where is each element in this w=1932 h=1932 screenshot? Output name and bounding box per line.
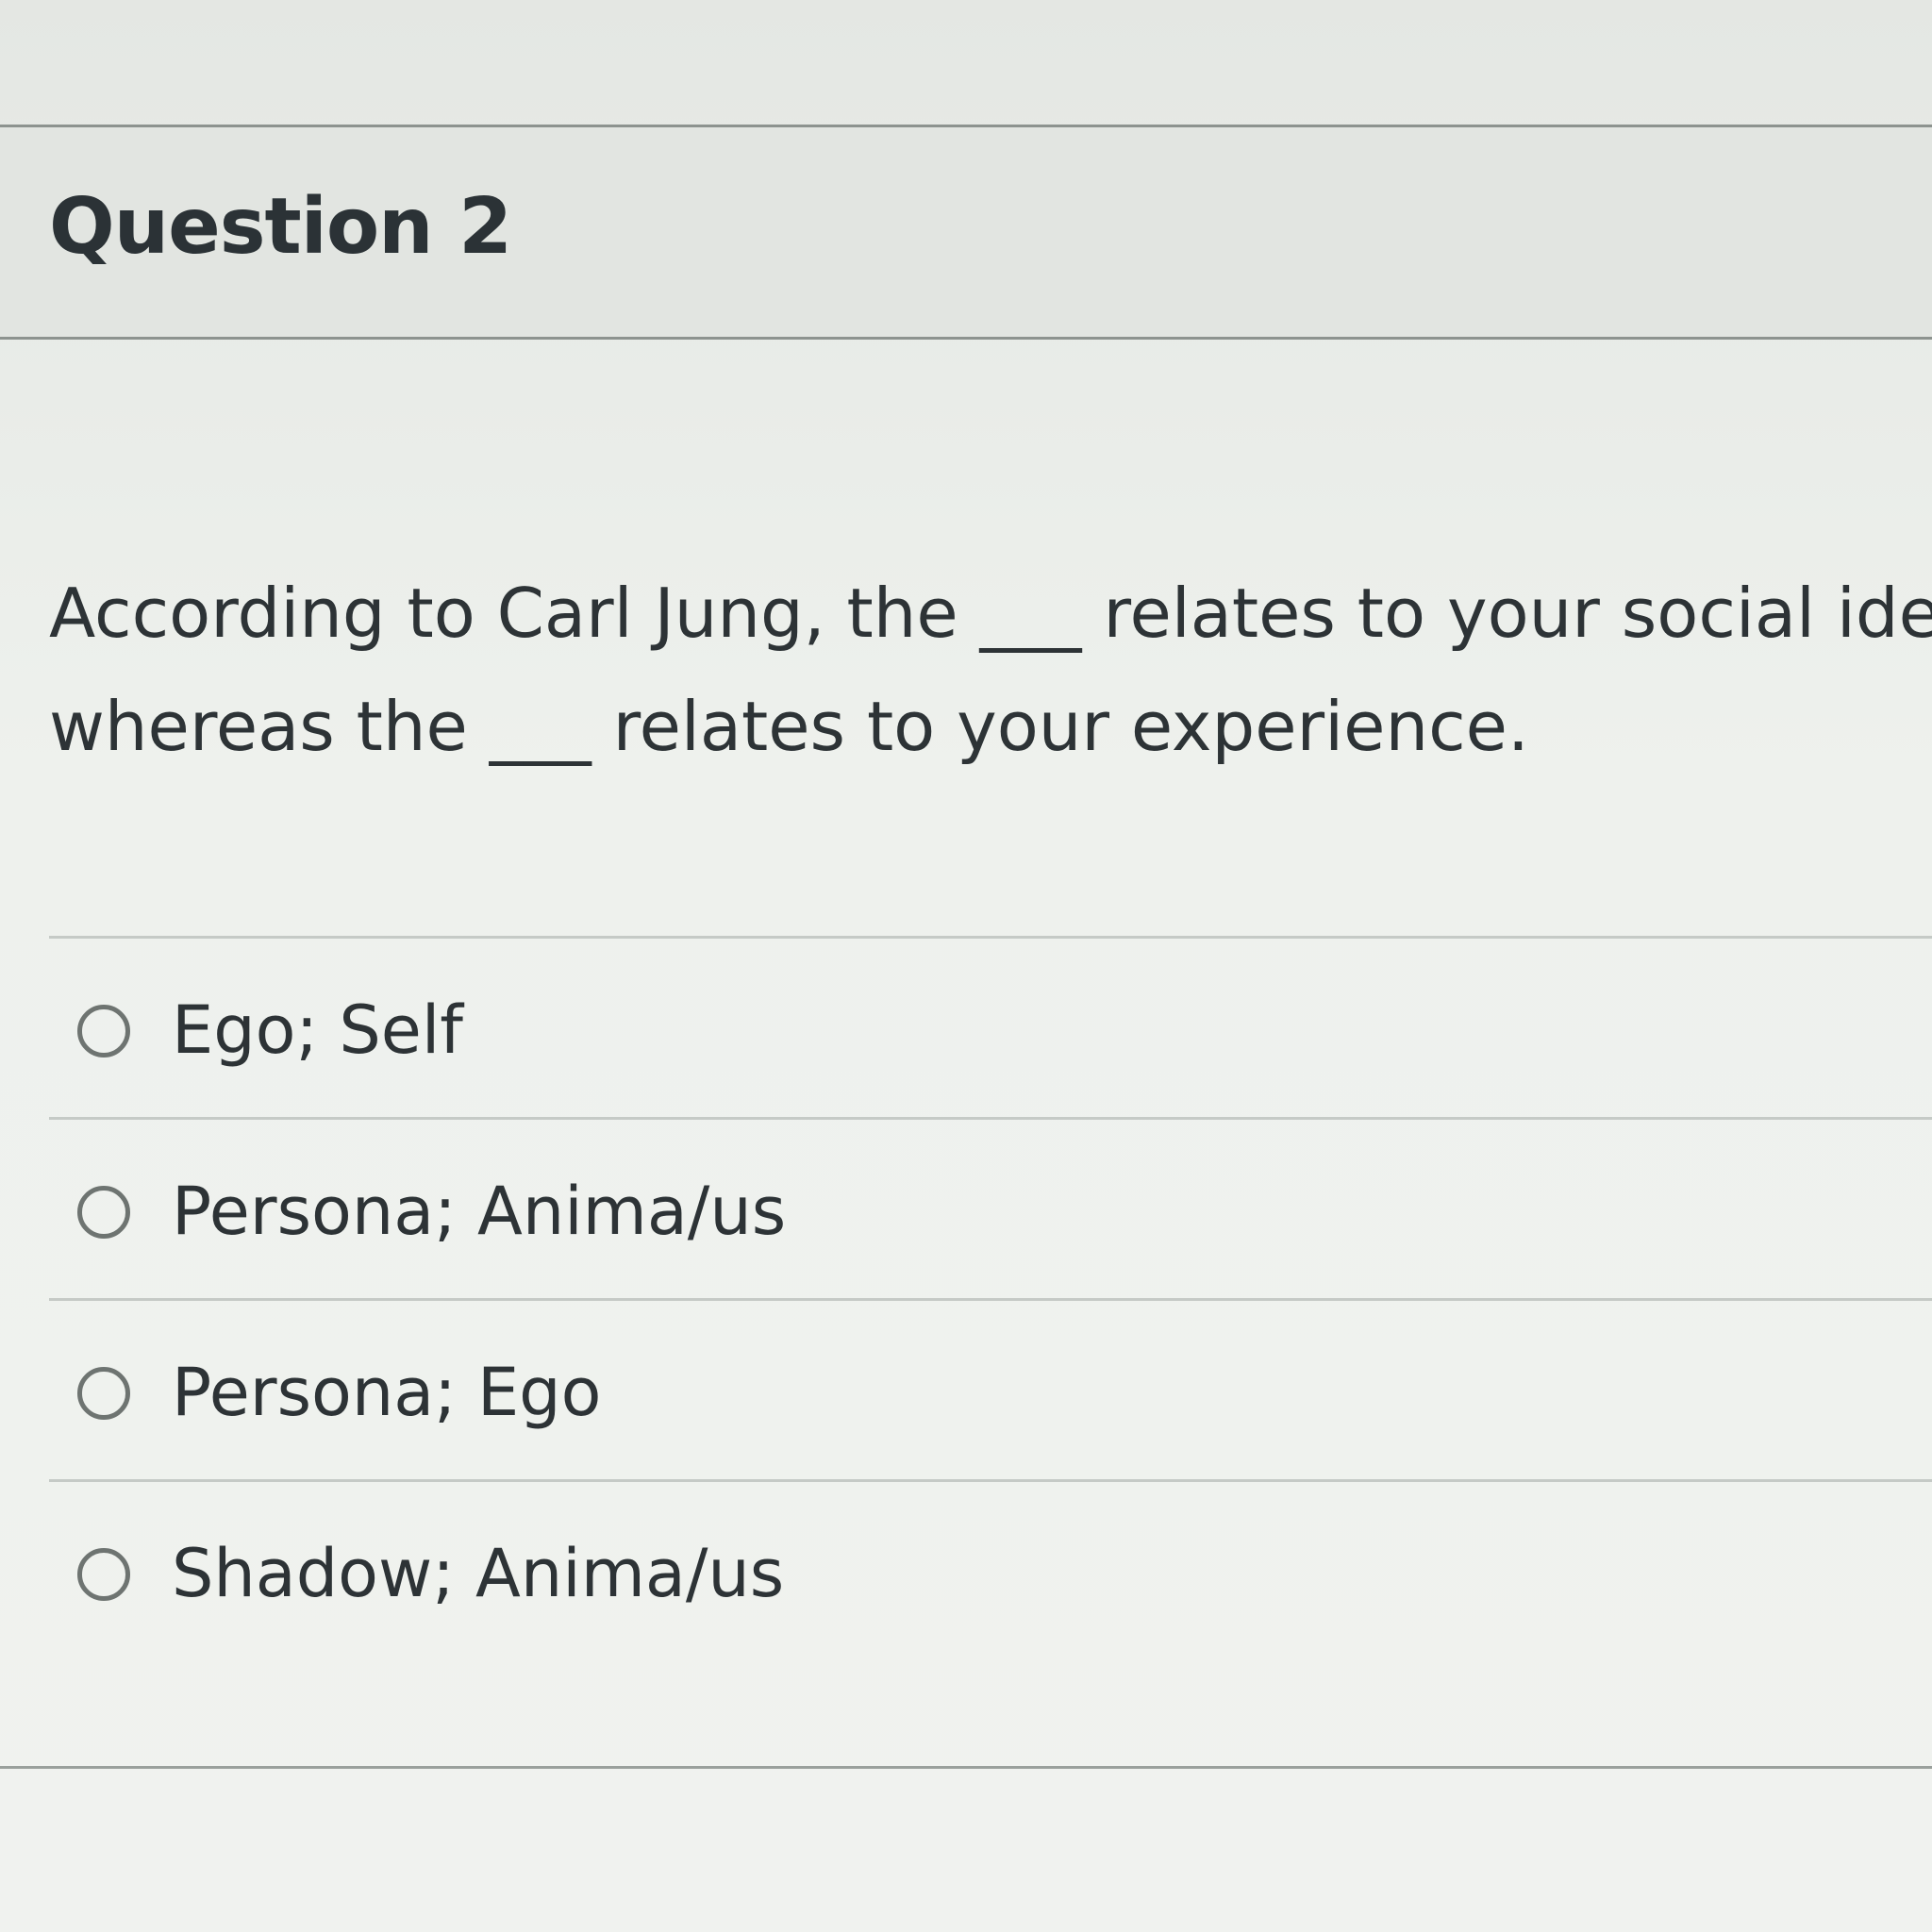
answer-option[interactable]: Persona; Anima/us <box>49 1117 1932 1298</box>
radio-button[interactable] <box>77 1548 130 1601</box>
answer-list: Ego; Self Persona; Anima/us Persona; Ego… <box>49 936 1932 1660</box>
answer-option[interactable]: Persona; Ego <box>49 1298 1932 1479</box>
answer-option[interactable]: Shadow; Anima/us <box>49 1479 1932 1660</box>
answer-label[interactable]: Persona; Anima/us <box>172 1169 786 1254</box>
radio-button[interactable] <box>77 1186 130 1239</box>
answer-option[interactable]: Ego; Self <box>49 936 1932 1117</box>
question-title: Question 2 <box>49 182 512 272</box>
radio-button[interactable] <box>77 1005 130 1058</box>
question-text-line-2: whereas the ___ relates to your experien… <box>49 687 1529 766</box>
quiz-page: Question 2 According to Carl Jung, the _… <box>0 0 1932 1932</box>
radio-button[interactable] <box>77 1367 130 1420</box>
answer-label[interactable]: Persona; Ego <box>172 1350 601 1435</box>
question-text: According to Carl Jung, the ___ relates … <box>49 557 1932 783</box>
divider <box>0 1766 1932 1769</box>
answer-label[interactable]: Ego; Self <box>172 988 463 1073</box>
answer-label[interactable]: Shadow; Anima/us <box>172 1531 784 1616</box>
question-text-line-1: According to Carl Jung, the ___ relates … <box>49 574 1932 653</box>
